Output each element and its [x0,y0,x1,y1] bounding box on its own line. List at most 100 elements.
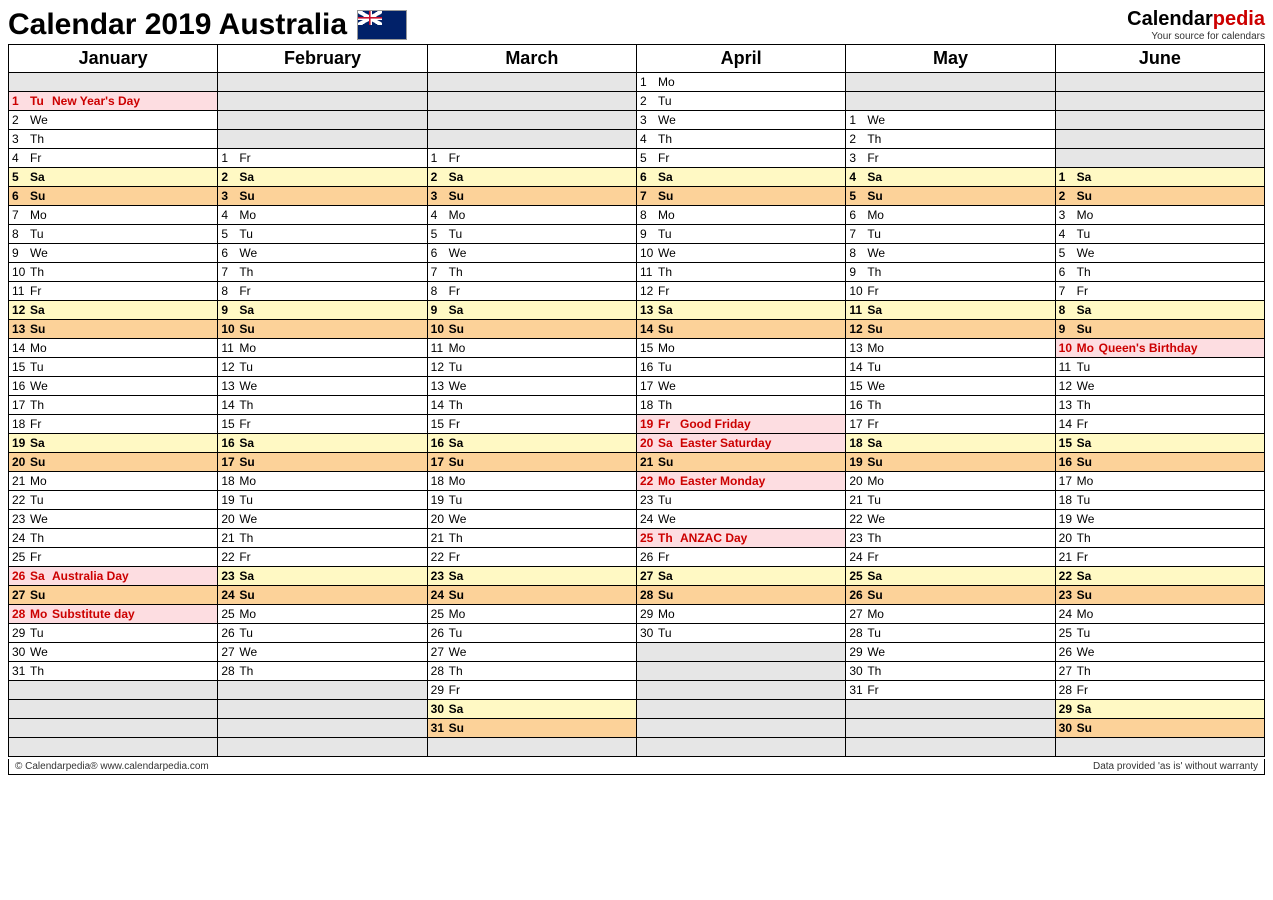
weekday: Fr [449,417,471,431]
day-cell: 29Fr [427,681,636,700]
day-number: 14 [221,398,239,412]
day-cell: 7Su [636,187,845,206]
day-number: 8 [221,284,239,298]
day-number: 31 [849,683,867,697]
day-number: 18 [640,398,658,412]
day-number: 17 [849,417,867,431]
brand-logo: Calendarpedia Your source for calendars [1127,8,1265,42]
weekday: We [1077,246,1099,260]
weekday: Mo [449,208,471,222]
day-number: 27 [1059,664,1077,678]
day-number: 1 [221,151,239,165]
day-number: 16 [640,360,658,374]
weekday: Fr [449,151,471,165]
weekday: Fr [239,417,261,431]
day-number: 28 [12,607,30,621]
day-cell: 2Tu [636,92,845,111]
day-number: 28 [431,664,449,678]
day-cell: 4Th [636,130,845,149]
day-number: 1 [1059,170,1077,184]
day-cell: 9Tu [636,225,845,244]
day-number: 30 [12,645,30,659]
day-cell: 8Fr [218,282,427,301]
weekday: Th [867,132,889,146]
weekday: Th [1077,664,1099,678]
day-cell [636,700,845,719]
weekday: Mo [30,341,52,355]
month-header: May [846,45,1055,73]
day-cell: 13We [218,377,427,396]
day-number: 18 [849,436,867,450]
weekday: Su [449,322,471,336]
day-number: 29 [640,607,658,621]
day-cell: 6Th [1055,263,1264,282]
weekday: Fr [1077,284,1099,298]
weekday: Sa [30,436,52,450]
weekday: Th [239,531,261,545]
day-cell [1055,92,1264,111]
day-number: 10 [221,322,239,336]
day-cell [846,738,1055,757]
weekday: Tu [239,493,261,507]
weekday: Sa [449,303,471,317]
weekday: Tu [867,227,889,241]
day-cell: 18Sa [846,434,1055,453]
day-number: 26 [431,626,449,640]
brand-part2: pedia [1213,8,1265,30]
day-cell: 23Sa [427,567,636,586]
weekday: Fr [867,151,889,165]
weekday: Sa [239,303,261,317]
weekday: Tu [449,360,471,374]
weekday: Mo [658,474,680,488]
day-cell [427,130,636,149]
day-number: 15 [849,379,867,393]
day-number: 25 [1059,626,1077,640]
weekday: Fr [867,417,889,431]
day-cell: 16We [9,377,218,396]
event-label: Australia Day [52,569,217,583]
day-cell: 3Su [218,187,427,206]
weekday: Mo [658,607,680,621]
day-cell: 5Sa [9,168,218,187]
day-cell: 20We [427,510,636,529]
day-number: 15 [431,417,449,431]
day-cell [9,719,218,738]
day-cell: 26Tu [427,624,636,643]
weekday: Th [867,265,889,279]
day-number: 21 [431,531,449,545]
day-cell: 23Tu [636,491,845,510]
day-number: 5 [431,227,449,241]
day-cell: 20Su [9,453,218,472]
day-cell: 12We [1055,377,1264,396]
day-number: 11 [221,341,239,355]
weekday: Th [30,664,52,678]
weekday: Th [239,664,261,678]
day-cell: 29Sa [1055,700,1264,719]
day-number: 7 [849,227,867,241]
weekday: Th [1077,265,1099,279]
weekday: Fr [239,151,261,165]
day-cell [846,700,1055,719]
day-number: 22 [221,550,239,564]
day-number: 10 [431,322,449,336]
day-cell: 1Fr [427,149,636,168]
day-number: 17 [221,455,239,469]
day-cell: 21Th [427,529,636,548]
day-cell: 30Sa [427,700,636,719]
weekday: We [30,512,52,526]
day-cell [636,738,845,757]
day-number: 20 [640,436,658,450]
day-cell: 26Fr [636,548,845,567]
weekday: Su [1077,189,1099,203]
day-number: 25 [12,550,30,564]
weekday: Th [658,398,680,412]
day-cell: 4Mo [218,206,427,225]
day-number: 24 [640,512,658,526]
day-cell: 14Su [636,320,845,339]
day-number: 14 [12,341,30,355]
day-number: 23 [431,569,449,583]
day-cell: 6We [218,244,427,263]
day-number: 24 [849,550,867,564]
footer-copyright: © Calendarpedia® www.calendarpedia.com [15,761,209,772]
day-number: 6 [849,208,867,222]
